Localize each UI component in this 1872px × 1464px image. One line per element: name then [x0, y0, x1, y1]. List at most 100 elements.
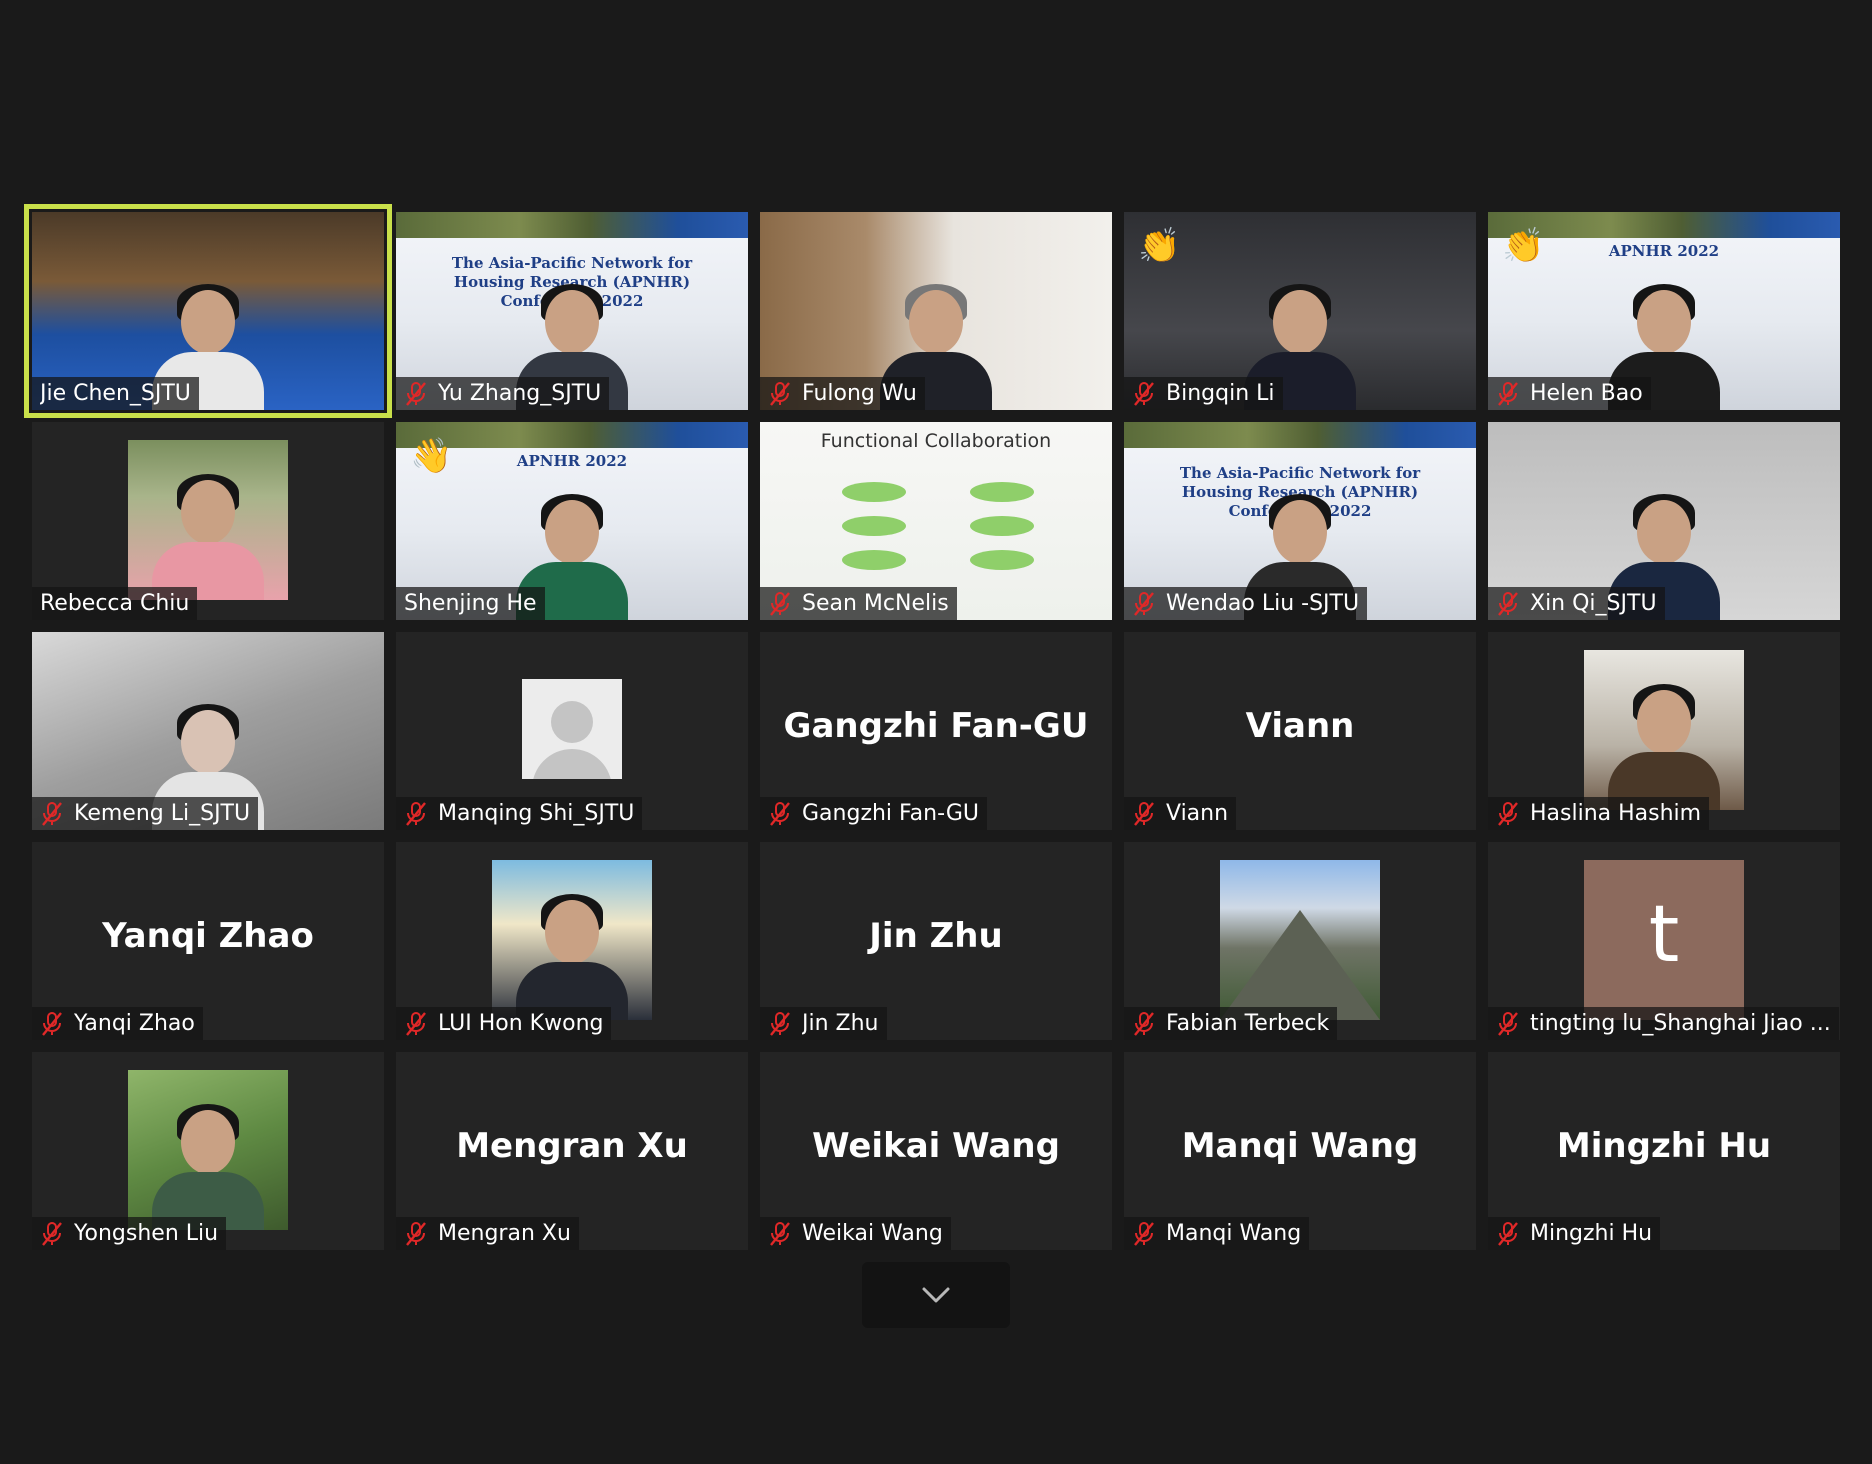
participant-tile[interactable]: 👏 Bingqin Li: [1124, 212, 1476, 410]
participant-tile[interactable]: Yongshen Liu: [32, 1052, 384, 1250]
participant-label: LUI Hon Kwong: [396, 1007, 612, 1040]
profile-photo: [128, 1070, 288, 1230]
participant-label: tingting lu_Shanghai Jiao ...: [1488, 1007, 1839, 1040]
participant-tile[interactable]: The Asia-Pacific Network for Housing Res…: [1124, 422, 1476, 620]
participant-label: Shenjing He: [396, 587, 545, 620]
participant-label: Jin Zhu: [760, 1007, 887, 1040]
participant-name: Manqing Shi_SJTU: [438, 801, 635, 826]
participant-figure: [1604, 680, 1724, 810]
participant-tile[interactable]: Functional Collaboration Sean McNelis: [760, 422, 1112, 620]
participant-label: Kemeng Li_SJTU: [32, 797, 259, 830]
participant-label: Fabian Terbeck: [1124, 1007, 1338, 1040]
participant-tile[interactable]: Viann Viann: [1124, 632, 1476, 830]
microphone-muted-icon: [42, 1221, 62, 1246]
microphone-muted-icon: [770, 801, 790, 826]
participant-name: Haslina Hashim: [1530, 801, 1702, 826]
participant-name: Rebecca Chiu: [40, 591, 190, 616]
microphone-muted-icon: [406, 1221, 426, 1246]
participant-label: Sean McNelis: [760, 587, 957, 620]
display-name: Yanqi Zhao: [102, 916, 314, 956]
microphone-muted-icon: [770, 1011, 790, 1036]
slide-banner: [1124, 422, 1476, 448]
mountain-image: [1220, 910, 1380, 1020]
microphone-muted-icon: [42, 801, 62, 826]
chevron-down-icon: [922, 1287, 950, 1303]
slide-banner: [396, 212, 748, 238]
participant-label: Manqing Shi_SJTU: [396, 797, 643, 830]
participant-figure: [512, 890, 632, 1020]
letter-avatar: t: [1584, 860, 1744, 1020]
participant-tile[interactable]: Haslina Hashim: [1488, 632, 1840, 830]
display-name: Weikai Wang: [812, 1126, 1060, 1166]
microphone-muted-icon: [1134, 801, 1154, 826]
participant-tile[interactable]: Xin Qi_SJTU: [1488, 422, 1840, 620]
participant-tile[interactable]: The Asia-Pacific Network for Housing Res…: [396, 212, 748, 410]
participant-name: LUI Hon Kwong: [438, 1011, 604, 1036]
participant-label: Yu Zhang_SJTU: [396, 377, 610, 410]
microphone-muted-icon: [1134, 1011, 1154, 1036]
participant-tile[interactable]: APNHR 2022 👋 Shenjing He: [396, 422, 748, 620]
participant-tile[interactable]: LUI Hon Kwong: [396, 842, 748, 1040]
participant-tile[interactable]: Yanqi Zhao Yanqi Zhao: [32, 842, 384, 1040]
participant-name: Yanqi Zhao: [74, 1011, 195, 1036]
participant-tile[interactable]: APNHR 2022 👏 Helen Bao: [1488, 212, 1840, 410]
show-more-participants-button[interactable]: [862, 1262, 1010, 1328]
participant-name: Yongshen Liu: [74, 1221, 219, 1246]
profile-photo: [1584, 650, 1744, 810]
microphone-muted-icon: [770, 381, 790, 406]
meeting-gallery-view: Jie Chen_SJTU The Asia-Pacific Network f…: [0, 0, 1872, 1464]
participant-label: Weikai Wang: [760, 1217, 951, 1250]
participant-label: Manqi Wang: [1124, 1217, 1310, 1250]
participant-label: Bingqin Li: [1124, 377, 1283, 410]
participant-label: Gangzhi Fan-GU: [760, 797, 987, 830]
participant-name: Weikai Wang: [802, 1221, 943, 1246]
microphone-muted-icon: [1134, 591, 1154, 616]
microphone-muted-icon: [1134, 1221, 1154, 1246]
slide-title: Functional Collaboration: [820, 430, 1052, 452]
microphone-muted-icon: [1498, 1221, 1518, 1246]
participant-name: Jin Zhu: [802, 1011, 879, 1036]
microphone-muted-icon: [770, 1221, 790, 1246]
participant-tile[interactable]: t tingting lu_Shanghai Jiao ...: [1488, 842, 1840, 1040]
participant-label: Jie Chen_SJTU: [32, 377, 199, 410]
participant-tile[interactable]: Jin Zhu Jin Zhu: [760, 842, 1112, 1040]
participant-tile[interactable]: Jie Chen_SJTU: [24, 204, 392, 418]
participant-tile[interactable]: Mingzhi Hu Mingzhi Hu: [1488, 1052, 1840, 1250]
participant-tile[interactable]: Kemeng Li_SJTU: [32, 632, 384, 830]
wave-reaction-icon: 👋: [410, 436, 453, 476]
participant-tile[interactable]: Fabian Terbeck: [1124, 842, 1476, 1040]
participant-name: Bingqin Li: [1166, 381, 1275, 406]
slide-title: APNHR 2022: [1608, 242, 1720, 260]
microphone-muted-icon: [406, 381, 426, 406]
participant-name: Manqi Wang: [1166, 1221, 1302, 1246]
participant-name: Helen Bao: [1530, 381, 1643, 406]
participant-name: Mengran Xu: [438, 1221, 571, 1246]
avatar-letter: t: [1648, 890, 1680, 980]
participant-tile[interactable]: Fulong Wu: [760, 212, 1112, 410]
participant-tile[interactable]: Manqing Shi_SJTU: [396, 632, 748, 830]
participant-tile[interactable]: Gangzhi Fan-GU Gangzhi Fan-GU: [760, 632, 1112, 830]
display-name: Mingzhi Hu: [1556, 1126, 1772, 1166]
display-name: Gangzhi Fan-GU: [783, 706, 1089, 746]
clap-reaction-icon: 👏: [1502, 226, 1545, 266]
participant-label: Xin Qi_SJTU: [1488, 587, 1665, 620]
participant-name: Shenjing He: [404, 591, 537, 616]
participant-label: Yongshen Liu: [32, 1217, 227, 1250]
profile-photo: [492, 860, 652, 1020]
microphone-muted-icon: [1498, 1011, 1518, 1036]
participant-tile[interactable]: Weikai Wang Weikai Wang: [760, 1052, 1112, 1250]
participant-label: Haslina Hashim: [1488, 797, 1710, 830]
participant-name: Viann: [1166, 801, 1229, 826]
participant-label: Viann: [1124, 797, 1237, 830]
participant-tile[interactable]: Rebecca Chiu: [32, 422, 384, 620]
profile-photo: [1220, 860, 1380, 1020]
display-name: Mengran Xu: [456, 1126, 688, 1166]
display-name: Jin Zhu: [869, 916, 1003, 956]
participant-label: Fulong Wu: [760, 377, 925, 410]
participant-name: Jie Chen_SJTU: [40, 381, 191, 406]
participant-name: tingting lu_Shanghai Jiao ...: [1530, 1011, 1831, 1036]
participant-figure: [148, 1100, 268, 1230]
participant-tile[interactable]: Manqi Wang Manqi Wang: [1124, 1052, 1476, 1250]
participant-name: Wendao Liu -SJTU: [1166, 591, 1360, 616]
participant-tile[interactable]: Mengran Xu Mengran Xu: [396, 1052, 748, 1250]
